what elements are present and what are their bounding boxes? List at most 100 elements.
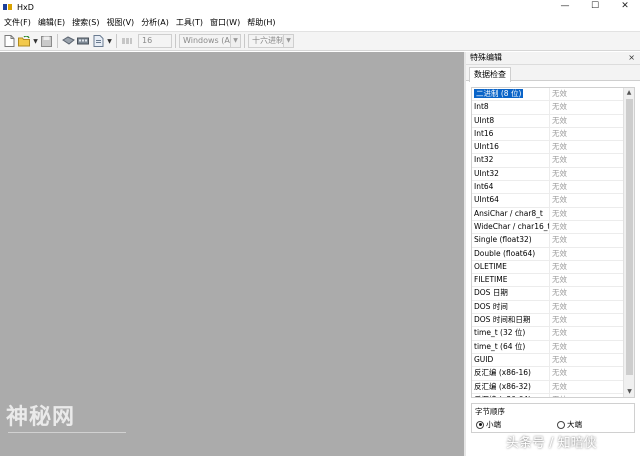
scroll-thumb[interactable] — [626, 99, 633, 375]
inspector-value-cell[interactable]: 无效 — [550, 367, 623, 379]
menu-search[interactable]: 搜索(S) — [68, 17, 102, 28]
toolbar: ▼ ▼ 16 Windows (AN ▼ 十六进制 ▼ — [0, 31, 640, 51]
inspector-row[interactable]: UInt64 无效 — [472, 194, 623, 208]
inspector-type-label: GUID — [474, 354, 494, 364]
file-info-icon[interactable] — [91, 34, 105, 48]
inspector-value-cell[interactable]: 无效 — [550, 101, 623, 113]
file-info-dropdown-icon[interactable]: ▼ — [106, 38, 113, 45]
inspector-value-cell[interactable]: 无效 — [550, 115, 623, 127]
menu-edit[interactable]: 编辑(E) — [34, 17, 68, 28]
inspector-value-cell[interactable]: 无效 — [550, 274, 623, 286]
inspector-row[interactable]: OLETIME 无效 — [472, 260, 623, 275]
inspector-row[interactable]: WideChar / char16_t 无效 — [472, 220, 623, 235]
inspector-row[interactable]: DOS 时间 无效 — [472, 300, 623, 315]
data-inspector-grid[interactable]: 二进制 (8 位) 无效 Int8 无效 UInt8 无效 Int16 无效 UInt16 无效 I… — [471, 87, 635, 398]
inspector-type-cell: 反汇编 (x86-16) — [472, 367, 550, 380]
inspector-type-label: UInt16 — [474, 142, 499, 152]
inspector-value-cell[interactable]: 无效 — [550, 394, 623, 397]
inspector-row[interactable]: 反汇编 (x86-16) 无效 — [472, 367, 623, 381]
inspector-type-label: 反汇编 (x86-16) — [474, 368, 531, 378]
new-file-icon[interactable] — [2, 34, 16, 48]
inspector-row[interactable]: time_t (32 位) 无效 — [472, 327, 623, 341]
maximize-button[interactable]: ☐ — [580, 0, 610, 14]
menu-help[interactable]: 帮助(H) — [243, 17, 278, 28]
inspector-value-cell[interactable]: 无效 — [550, 381, 623, 393]
inspector-value-cell[interactable]: 无效 — [550, 354, 623, 366]
inspector-type-cell: time_t (64 位) — [472, 340, 550, 353]
inspector-value-cell[interactable]: 无效 — [550, 221, 623, 233]
scroll-up-icon[interactable]: ▲ — [624, 88, 634, 98]
ram-icon[interactable] — [76, 34, 90, 48]
menu-analysis[interactable]: 分析(A) — [137, 17, 172, 28]
inspector-value-cell[interactable]: 无效 — [550, 128, 623, 140]
disk-icon[interactable] — [61, 34, 75, 48]
inspector-row[interactable]: Int8 无效 — [472, 101, 623, 115]
inspector-value-cell[interactable]: 无效 — [550, 154, 623, 166]
inspector-value-cell[interactable]: 无效 — [550, 314, 623, 326]
inspector-row[interactable]: 二进制 (8 位) 无效 — [472, 88, 623, 102]
save-icon[interactable] — [39, 34, 53, 48]
inspector-row[interactable]: DOS 日期 无效 — [472, 287, 623, 301]
inspector-value-cell[interactable]: 无效 — [550, 168, 623, 180]
panel-tabs: 数据检查 — [466, 65, 640, 82]
minimize-button[interactable]: — — [550, 0, 580, 14]
inspector-value-cell[interactable]: 无效 — [550, 234, 623, 246]
inspector-row[interactable]: 反汇编 (x86-64) 无效 — [472, 393, 623, 397]
inspector-value-cell[interactable]: 无效 — [550, 194, 623, 206]
charset-dropdown-icon[interactable]: ▼ — [231, 34, 241, 48]
little-endian-radio[interactable]: 小端 — [476, 419, 501, 430]
inspector-row[interactable]: Int64 无效 — [472, 181, 623, 195]
inspector-row[interactable]: UInt32 无效 — [472, 167, 623, 182]
menu-file[interactable]: 文件(F) — [0, 17, 34, 28]
inspector-type-cell: 反汇编 (x86-32) — [472, 380, 550, 393]
bytes-per-row-field[interactable]: 16 — [138, 34, 172, 48]
inspector-row[interactable]: UInt8 无效 — [472, 114, 623, 128]
inspector-row[interactable]: Double (float64) 无效 — [472, 247, 623, 261]
big-endian-radio[interactable]: 大端 — [557, 419, 582, 430]
inspector-value-cell[interactable]: 无效 — [550, 88, 623, 100]
inspector-row[interactable]: 反汇编 (x86-32) 无效 — [472, 380, 623, 394]
inspector-value-cell[interactable]: 无效 — [550, 341, 623, 353]
editor-workspace[interactable] — [0, 52, 464, 456]
menu-view[interactable]: 视图(V) — [102, 17, 137, 28]
panel-close-icon[interactable]: × — [628, 52, 635, 64]
inspector-row[interactable]: time_t (64 位) 无效 — [472, 340, 623, 354]
byte-order-group: 字节顺序 小端 大端 — [471, 403, 635, 433]
inspector-type-label: time_t (64 位) — [474, 341, 526, 351]
inspector-value-cell[interactable]: 无效 — [550, 181, 623, 193]
data-inspector-rows: 二进制 (8 位) 无效 Int8 无效 UInt8 无效 Int16 无效 UInt16 无效 I… — [472, 88, 623, 397]
inspector-type-cell: OLETIME — [472, 260, 550, 274]
open-folder-icon[interactable] — [17, 34, 31, 48]
tab-data-inspector[interactable]: 数据检查 — [469, 67, 511, 82]
charset-select[interactable]: Windows (AN — [179, 34, 231, 48]
inspector-row[interactable]: DOS 时间和日期 无效 — [472, 314, 623, 328]
menu-tools[interactable]: 工具(T) — [172, 17, 206, 28]
inspector-type-label: DOS 日期 — [474, 288, 508, 298]
inspector-row[interactable]: Int32 无效 — [472, 154, 623, 168]
inspector-value-cell[interactable]: 无效 — [550, 208, 623, 220]
inspector-row[interactable]: GUID 无效 — [472, 353, 623, 368]
grid-scrollbar[interactable]: ▲ ▼ — [623, 88, 634, 397]
inspector-row[interactable]: AnsiChar / char8_t 无效 — [472, 207, 623, 221]
menu-window[interactable]: 窗口(W) — [206, 17, 243, 28]
inspector-row[interactable]: UInt16 无效 — [472, 141, 623, 155]
inspector-value-cell[interactable]: 无效 — [550, 327, 623, 339]
inspector-row[interactable]: Int16 无效 — [472, 127, 623, 142]
inspector-value-cell[interactable]: 无效 — [550, 261, 623, 273]
inspector-value-cell[interactable]: 无效 — [550, 287, 623, 299]
open-dropdown-icon[interactable]: ▼ — [32, 38, 39, 45]
offset-base-select[interactable]: 十六进制 — [248, 34, 284, 48]
scroll-down-icon[interactable]: ▼ — [624, 387, 634, 397]
inspector-type-cell: DOS 日期 — [472, 287, 550, 300]
inspector-row[interactable]: Single (float32) 无效 — [472, 234, 623, 248]
close-button[interactable]: ✕ — [610, 0, 640, 14]
inspector-row[interactable]: FILETIME 无效 — [472, 274, 623, 288]
big-endian-label: 大端 — [567, 420, 582, 429]
offset-base-dropdown-icon[interactable]: ▼ — [284, 34, 294, 48]
inspector-type-label: Int32 — [474, 155, 494, 165]
columns-icon[interactable] — [120, 34, 134, 48]
inspector-value-cell[interactable]: 无效 — [550, 141, 623, 153]
byte-order-title: 字节顺序 — [475, 407, 505, 416]
inspector-value-cell[interactable]: 无效 — [550, 248, 623, 260]
inspector-value-cell[interactable]: 无效 — [550, 301, 623, 313]
